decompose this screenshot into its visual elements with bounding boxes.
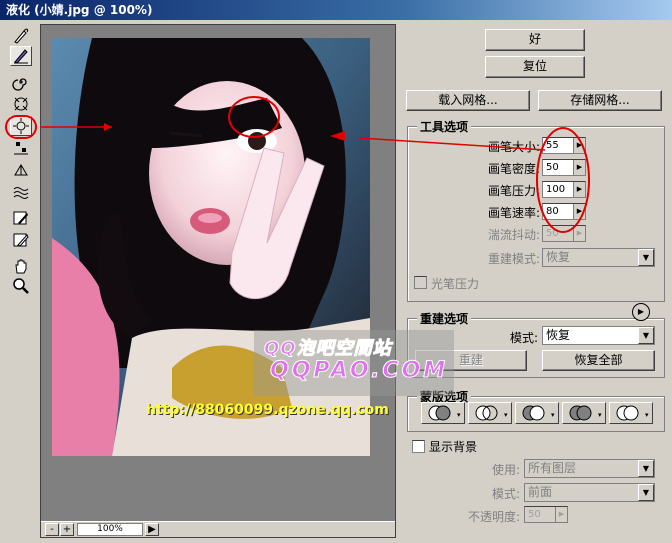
hand-icon <box>15 259 27 274</box>
recon-mode-select[interactable]: 恢复 ▼ <box>542 326 655 345</box>
preview-canvas[interactable]: - + 100% ▶ <box>40 24 396 538</box>
brush-density-field[interactable]: 50 ▶ <box>542 159 586 176</box>
reflection-tool[interactable] <box>10 160 32 180</box>
show-backdrop-label: 显示背景 <box>429 440 478 454</box>
save-mesh-button[interactable]: 存储网格... <box>538 90 662 111</box>
opacity-value: 50 <box>528 509 541 520</box>
turbulent-jitter-field[interactable]: 50 ▶ <box>542 225 586 242</box>
brush-pressure-arrow[interactable]: ▶ <box>573 182 585 197</box>
load-mesh-button[interactable]: 载入网格... <box>406 90 530 111</box>
reconstruct-mode-label: 重建模式: <box>487 252 540 266</box>
brush-pressure-label: 画笔压力: <box>487 184 540 198</box>
restore-all-button[interactable]: 恢复全部 <box>542 350 655 371</box>
turbulent-jitter-arrow[interactable]: ▶ <box>573 226 585 241</box>
stylus-pressure-checkbox[interactable] <box>414 276 427 289</box>
svg-text:▾: ▾ <box>457 411 461 419</box>
zoom-level-field[interactable]: 100% <box>77 523 143 536</box>
brush-density-arrow[interactable]: ▶ <box>573 160 585 175</box>
svg-text:▾: ▾ <box>645 411 649 419</box>
reconstruct-mode-select[interactable]: 恢复 ▼ <box>542 248 655 267</box>
zoom-out-button[interactable]: - <box>45 523 59 536</box>
thaw-mask-tool[interactable] <box>10 230 32 250</box>
reconstruct-mode-value: 恢复 <box>546 250 571 264</box>
use-arrow[interactable]: ▼ <box>638 460 654 477</box>
options-panel: 好 复位 载入网格... 存储网格... 工具选项 画笔大小: 55 ▶ 画笔密度… <box>400 24 672 543</box>
shift-pixels-tool[interactable] <box>10 138 32 158</box>
backdrop-mode-arrow[interactable]: ▼ <box>638 484 654 501</box>
recon-mode-label: 模式: <box>509 331 538 345</box>
opacity-label: 不透明度: <box>467 510 520 524</box>
bloat-tool[interactable] <box>10 116 32 136</box>
brush-size-field[interactable]: 55 ▶ <box>542 137 586 154</box>
warp-tool[interactable] <box>10 26 32 46</box>
opacity-arrow[interactable]: ▶ <box>555 507 567 522</box>
thaw-mask-icon <box>13 233 29 247</box>
watermark-url: http://88060099.qzone.qq.com <box>146 402 389 418</box>
reconstruct-options-menu-icon[interactable]: ▶ <box>632 303 650 321</box>
brush-rate-value: 80 <box>546 206 559 217</box>
toolbox <box>2 24 36 534</box>
use-label: 使用: <box>491 463 520 477</box>
zoom-menu-button[interactable]: ▶ <box>145 523 159 536</box>
turbulence-tool[interactable] <box>10 182 32 202</box>
tool-options-title: 工具选项 <box>417 118 472 135</box>
opacity-field[interactable]: 50 ▶ <box>524 506 568 523</box>
twirl-tool[interactable] <box>10 72 32 92</box>
hand-tool[interactable] <box>10 256 32 276</box>
brush-rate-label: 画笔速率: <box>487 206 540 220</box>
svg-text:▾: ▾ <box>598 411 602 419</box>
freeze-mask-icon <box>13 211 28 225</box>
svg-text:▾: ▾ <box>551 411 555 419</box>
turbulent-jitter-label: 湍流抖动: <box>487 228 540 242</box>
brush-size-value: 55 <box>546 140 559 151</box>
brush-density-label: 画笔密度: <box>487 162 540 176</box>
reconstruct-options-title: 重建选项 <box>417 310 472 327</box>
reflection-icon <box>14 164 28 176</box>
use-value: 所有图层 <box>528 461 577 475</box>
backdrop-mode-select[interactable]: 前面 ▼ <box>524 483 655 502</box>
brush-pressure-field[interactable]: 100 ▶ <box>542 181 586 198</box>
brush-size-arrow[interactable]: ▶ <box>573 138 585 153</box>
show-backdrop-checkbox[interactable] <box>412 440 425 453</box>
pucker-tool[interactable] <box>10 94 32 114</box>
stylus-pressure-label: 光笔压力 <box>431 277 480 291</box>
zoom-tool[interactable] <box>10 276 32 296</box>
pucker-icon <box>14 97 28 111</box>
backdrop-mode-label: 模式: <box>491 487 520 501</box>
zoom-icon <box>13 278 29 294</box>
ok-button[interactable]: 好 <box>485 29 585 51</box>
freeze-mask-tool[interactable] <box>10 208 32 228</box>
backdrop-mode-value: 前面 <box>528 485 553 499</box>
watermark-line1: QQ泡吧空間站 <box>264 338 392 360</box>
reconstruct-icon <box>14 49 28 64</box>
twirl-icon <box>12 78 27 91</box>
reconstruct-mode-arrow[interactable]: ▼ <box>638 249 654 266</box>
recon-mode-value: 恢复 <box>546 328 571 342</box>
brush-pressure-value: 100 <box>546 184 566 195</box>
brush-rate-field[interactable]: 80 ▶ <box>542 203 586 220</box>
brush-density-value: 50 <box>546 162 559 173</box>
reset-button[interactable]: 复位 <box>485 56 585 78</box>
warp-icon <box>14 28 29 44</box>
brush-size-label: 画笔大小: <box>487 140 540 154</box>
svg-text:▾: ▾ <box>504 411 508 419</box>
mask-mode-icons: ▾ ▾ ▾ ▾ ▾ <box>428 405 649 421</box>
zoom-in-button[interactable]: + <box>60 523 74 536</box>
reconstruct-tool[interactable] <box>10 46 32 66</box>
recon-mode-arrow[interactable]: ▼ <box>638 327 654 344</box>
brush-rate-arrow[interactable]: ▶ <box>573 204 585 219</box>
zoom-bar: - + 100% ▶ <box>41 521 395 537</box>
turbulence-icon <box>13 187 29 199</box>
bloat-icon <box>13 118 29 134</box>
turbulent-jitter-value: 50 <box>546 228 559 239</box>
shift-pixels-icon <box>14 142 28 155</box>
use-select[interactable]: 所有图层 ▼ <box>524 459 655 478</box>
window-title: 液化 (小婧.jpg @ 100%) <box>0 0 672 20</box>
watermark-line2: QQPAO.COM <box>269 358 449 384</box>
